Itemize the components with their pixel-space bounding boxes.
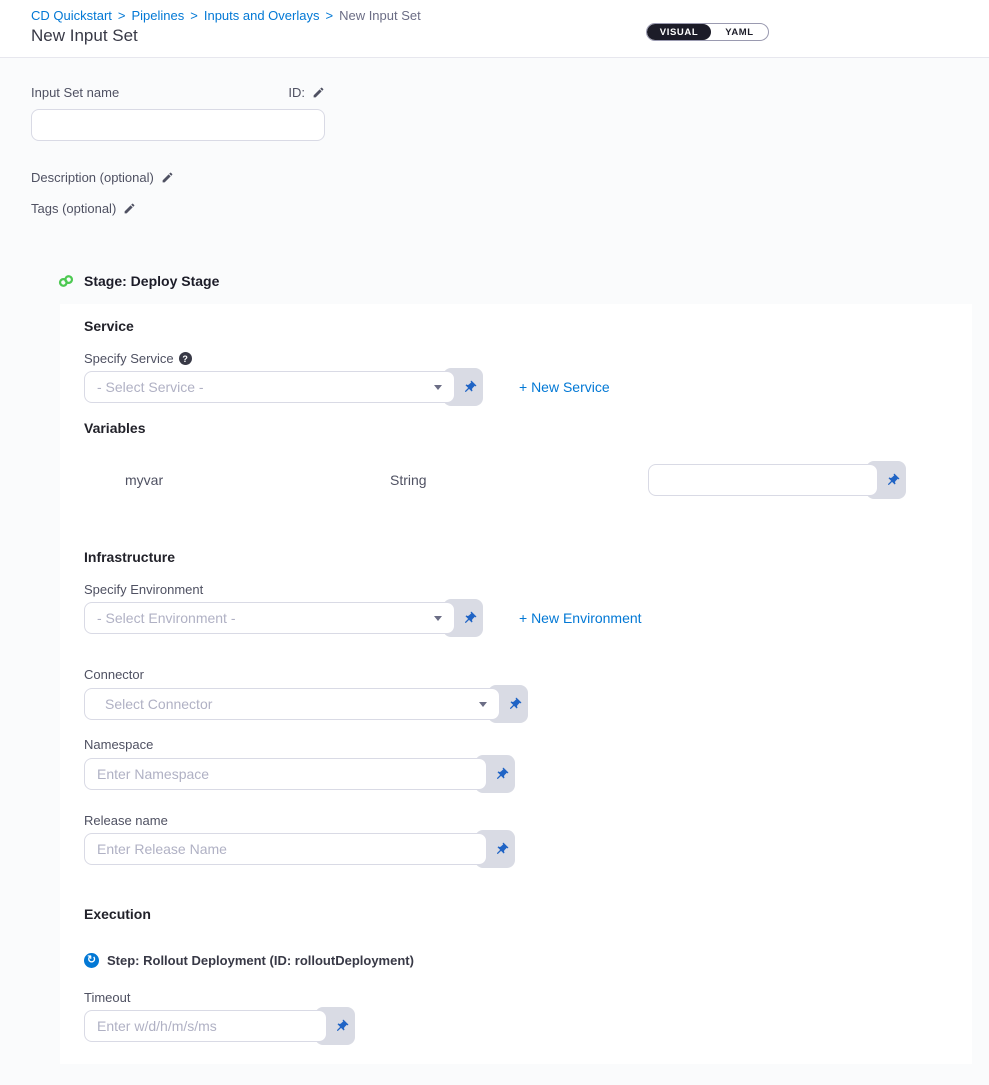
visual-yaml-toggle: VISUAL YAML	[646, 23, 769, 41]
stage-inputs-card: Service Specify Service ? - Select Servi…	[60, 304, 972, 1064]
execution-section-header: Execution	[84, 906, 948, 922]
infrastructure-section-header: Infrastructure	[84, 549, 948, 565]
service-section-header: Service	[84, 318, 948, 334]
tags-label: Tags (optional)	[31, 201, 116, 216]
toggle-visual[interactable]: VISUAL	[647, 24, 711, 40]
release-name-field[interactable]	[84, 833, 487, 865]
edit-tags-icon[interactable]	[123, 202, 136, 215]
variable-value-field[interactable]	[648, 464, 878, 496]
new-input-set-form: Input Set name ID: Description (optional…	[0, 58, 989, 1064]
chevron-down-icon	[434, 616, 442, 621]
variable-row: myvar String	[84, 464, 948, 496]
breadcrumb-current: New Input Set	[339, 8, 421, 23]
service-select[interactable]: - Select Service -	[84, 371, 455, 403]
pin-icon	[491, 763, 512, 784]
variable-type: String	[390, 472, 648, 488]
timeout-label: Timeout	[84, 990, 130, 1005]
page-header: CD Quickstart > Pipelines > Inputs and Overl…	[0, 0, 989, 58]
chevron-down-icon	[479, 702, 487, 707]
breadcrumb: CD Quickstart > Pipelines > Inputs and Overl…	[31, 8, 989, 23]
description-label: Description (optional)	[31, 170, 154, 185]
specify-service-label: Specify Service	[84, 351, 174, 366]
stage-header: Stage: Deploy Stage	[57, 272, 989, 290]
pin-icon	[459, 607, 480, 628]
new-environment-link[interactable]: + New Environment	[519, 610, 642, 626]
release-name-label: Release name	[84, 813, 168, 828]
connector-select-placeholder: Select Connector	[105, 696, 212, 712]
input-set-name-label: Input Set name	[31, 85, 119, 100]
namespace-label: Namespace	[84, 737, 153, 752]
stage-link-icon	[57, 272, 75, 290]
connector-label: Connector	[84, 667, 144, 682]
page-title: New Input Set	[31, 26, 989, 46]
rollout-step-icon: ↻	[84, 953, 99, 968]
namespace-field[interactable]	[84, 758, 487, 790]
edit-id-icon[interactable]	[312, 86, 325, 99]
step-header: ↻ Step: Rollout Deployment (ID: rolloutD…	[84, 953, 948, 968]
stage-title: Stage: Deploy Stage	[84, 273, 219, 289]
input-set-name-field[interactable]	[31, 109, 325, 141]
pin-icon	[504, 693, 525, 714]
variables-section-header: Variables	[84, 420, 948, 436]
pin-icon	[491, 838, 512, 859]
service-select-placeholder: - Select Service -	[97, 379, 204, 395]
pin-icon	[331, 1015, 352, 1036]
breadcrumb-separator: >	[325, 8, 333, 23]
specify-environment-label: Specify Environment	[84, 582, 203, 597]
edit-description-icon[interactable]	[161, 171, 174, 184]
breadcrumb-link-inputs-and-overlays[interactable]: Inputs and Overlays	[204, 8, 320, 23]
step-title: Step: Rollout Deployment (ID: rolloutDep…	[107, 953, 414, 968]
breadcrumb-link-pipelines[interactable]: Pipelines	[132, 8, 185, 23]
environment-select-placeholder: - Select Environment -	[97, 610, 236, 626]
pin-icon	[882, 469, 903, 490]
variable-name: myvar	[125, 472, 390, 488]
breadcrumb-separator: >	[190, 8, 198, 23]
timeout-field[interactable]	[84, 1010, 327, 1042]
help-icon[interactable]: ?	[179, 352, 192, 365]
pin-icon	[459, 376, 480, 397]
environment-select[interactable]: - Select Environment -	[84, 602, 455, 634]
chevron-down-icon	[434, 385, 442, 390]
breadcrumb-link-cd-quickstart[interactable]: CD Quickstart	[31, 8, 112, 23]
toggle-yaml[interactable]: YAML	[711, 24, 768, 40]
breadcrumb-separator: >	[118, 8, 126, 23]
id-label: ID:	[288, 85, 305, 100]
new-service-link[interactable]: + New Service	[519, 379, 610, 395]
connector-select[interactable]: Select Connector	[84, 688, 500, 720]
